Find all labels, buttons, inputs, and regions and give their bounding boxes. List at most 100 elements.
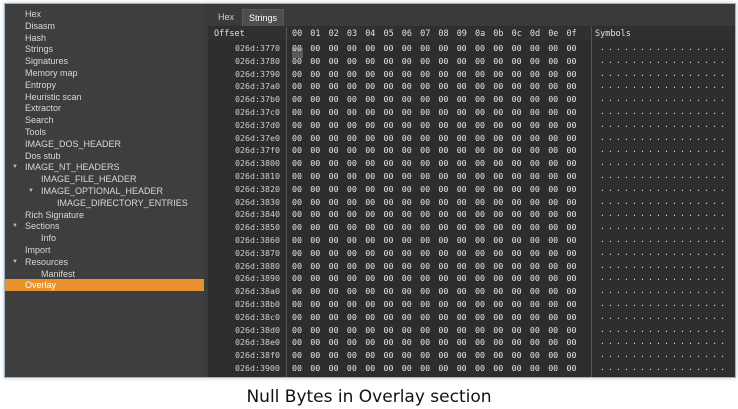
hex-byte[interactable]: 00	[548, 170, 562, 183]
row-symbols[interactable]: ................	[600, 221, 728, 234]
hex-byte[interactable]: 00	[329, 221, 343, 234]
hex-byte[interactable]: 00	[347, 170, 361, 183]
hex-byte[interactable]: 00	[475, 119, 489, 132]
hex-row[interactable]: 026d:3840 00 00 00 00 00 00 00 00 00 00 00 00 00 00 00 0…	[208, 208, 735, 221]
hex-byte[interactable]: 00	[567, 42, 581, 55]
hex-byte[interactable]: 00	[512, 272, 526, 285]
hex-byte[interactable]: 00	[475, 260, 489, 273]
hex-byte[interactable]: 00	[420, 324, 434, 337]
hex-byte[interactable]: 00	[457, 298, 471, 311]
hex-byte[interactable]: 00	[530, 42, 544, 55]
hex-byte[interactable]: 00	[402, 298, 416, 311]
hex-byte[interactable]: 00	[548, 362, 562, 375]
hex-byte[interactable]: 00	[493, 311, 507, 324]
hex-row[interactable]: 026d:38e0 00 00 00 00 00 00 00 00 00 00 00 00 00 00 00 0…	[208, 336, 735, 349]
row-symbols[interactable]: ................	[600, 208, 728, 221]
hex-byte[interactable]: 00	[512, 208, 526, 221]
sidebar-item[interactable]: Manifest	[5, 268, 204, 280]
hex-byte[interactable]: 00	[567, 336, 581, 349]
hex-byte[interactable]: 00	[475, 106, 489, 119]
hex-byte[interactable]: 00	[457, 336, 471, 349]
hex-byte[interactable]: 00	[493, 132, 507, 145]
hex-row[interactable]: 026d:37b0 00 00 00 00 00 00 00 00 00 00 00 00 00 00 00 0…	[208, 93, 735, 106]
hex-byte[interactable]: 00	[384, 183, 398, 196]
hex-byte[interactable]: 00	[512, 68, 526, 81]
hex-byte[interactable]: 00	[310, 196, 324, 209]
hex-byte[interactable]: 00	[292, 234, 306, 247]
hex-byte[interactable]: 00	[475, 157, 489, 170]
hex-byte[interactable]: 00	[457, 349, 471, 362]
hex-byte[interactable]: 00	[365, 106, 379, 119]
hex-byte[interactable]: 00	[512, 106, 526, 119]
row-symbols[interactable]: ................	[600, 68, 728, 81]
hex-byte[interactable]: 00	[384, 349, 398, 362]
hex-row[interactable]: 026d:3860 00 00 00 00 00 00 00 00 00 00 00 00 00 00 00 0…	[208, 234, 735, 247]
hex-byte[interactable]: 00	[493, 285, 507, 298]
hex-byte[interactable]: 00	[548, 144, 562, 157]
hex-byte[interactable]: 00	[438, 106, 452, 119]
hex-byte[interactable]: 00	[384, 80, 398, 93]
hex-byte[interactable]: 00	[329, 208, 343, 221]
hex-byte[interactable]: 00	[457, 106, 471, 119]
hex-byte[interactable]: 00	[548, 349, 562, 362]
hex-byte[interactable]: 00	[384, 298, 398, 311]
hex-byte[interactable]: 00	[567, 260, 581, 273]
hex-byte[interactable]: 00	[475, 68, 489, 81]
hex-byte[interactable]: 00	[567, 144, 581, 157]
sidebar-item[interactable]: ▼ IMAGE_NT_HEADERS	[5, 161, 204, 173]
hex-byte[interactable]: 00	[420, 298, 434, 311]
hex-byte[interactable]: 00	[365, 119, 379, 132]
hex-byte[interactable]: 00	[329, 55, 343, 68]
hex-byte[interactable]: 00	[567, 285, 581, 298]
hex-byte[interactable]: 00	[310, 311, 324, 324]
hex-byte[interactable]: 00	[292, 247, 306, 260]
hex-byte[interactable]: 00	[493, 324, 507, 337]
hex-byte[interactable]: 00	[384, 170, 398, 183]
hex-byte[interactable]: 00	[402, 362, 416, 375]
hex-byte[interactable]: 00	[530, 260, 544, 273]
hex-byte[interactable]: 00	[347, 298, 361, 311]
hex-byte[interactable]: 00	[384, 247, 398, 260]
hex-byte[interactable]: 00	[548, 106, 562, 119]
expand-arrow-icon[interactable]: ▼	[11, 220, 19, 232]
hex-byte[interactable]: 00	[402, 119, 416, 132]
hex-byte[interactable]: 00	[457, 80, 471, 93]
hex-byte[interactable]: 00	[530, 93, 544, 106]
hex-byte[interactable]: 00	[512, 157, 526, 170]
hex-byte[interactable]: 00	[548, 119, 562, 132]
hex-byte[interactable]: 00	[384, 324, 398, 337]
hex-byte[interactable]: 00	[329, 80, 343, 93]
row-symbols[interactable]: ................	[600, 93, 728, 106]
hex-byte[interactable]: 00	[457, 132, 471, 145]
hex-byte[interactable]: 00	[512, 336, 526, 349]
hex-byte[interactable]: 00	[384, 336, 398, 349]
hex-byte[interactable]: 00	[567, 68, 581, 81]
hex-byte[interactable]: 00	[512, 42, 526, 55]
hex-byte[interactable]: 00	[493, 234, 507, 247]
hex-byte[interactable]: 00	[530, 349, 544, 362]
hex-byte[interactable]: 00	[384, 144, 398, 157]
hex-byte[interactable]: 00	[567, 298, 581, 311]
expand-arrow-icon[interactable]: ▼	[27, 185, 35, 197]
hex-byte[interactable]: 00	[420, 247, 434, 260]
hex-byte[interactable]: 00	[347, 196, 361, 209]
hex-byte[interactable]: 00	[402, 247, 416, 260]
hex-byte[interactable]: 00	[420, 80, 434, 93]
hex-byte[interactable]: 00	[438, 144, 452, 157]
hex-row[interactable]: 026d:3770 00 00 00 00 00 00 00 00 00 00 00 00 00 00 00 0…	[208, 42, 735, 55]
hex-byte[interactable]: 00	[567, 183, 581, 196]
expand-arrow-icon[interactable]: ▼	[11, 161, 19, 173]
hex-byte[interactable]: 00	[329, 106, 343, 119]
hex-byte[interactable]: 00	[493, 336, 507, 349]
hex-byte[interactable]: 00	[530, 247, 544, 260]
hex-byte[interactable]: 00	[402, 55, 416, 68]
hex-byte[interactable]: 00	[457, 42, 471, 55]
hex-byte[interactable]: 00	[530, 80, 544, 93]
hex-row[interactable]: 026d:3880 00 00 00 00 00 00 00 00 00 00 00 00 00 00 00 0…	[208, 260, 735, 273]
hex-byte[interactable]: 00	[402, 324, 416, 337]
hex-byte[interactable]: 00	[512, 183, 526, 196]
hex-byte[interactable]: 00	[384, 221, 398, 234]
row-symbols[interactable]: ................	[600, 196, 728, 209]
hex-byte[interactable]: 00	[292, 298, 306, 311]
hex-byte[interactable]: 00	[384, 285, 398, 298]
